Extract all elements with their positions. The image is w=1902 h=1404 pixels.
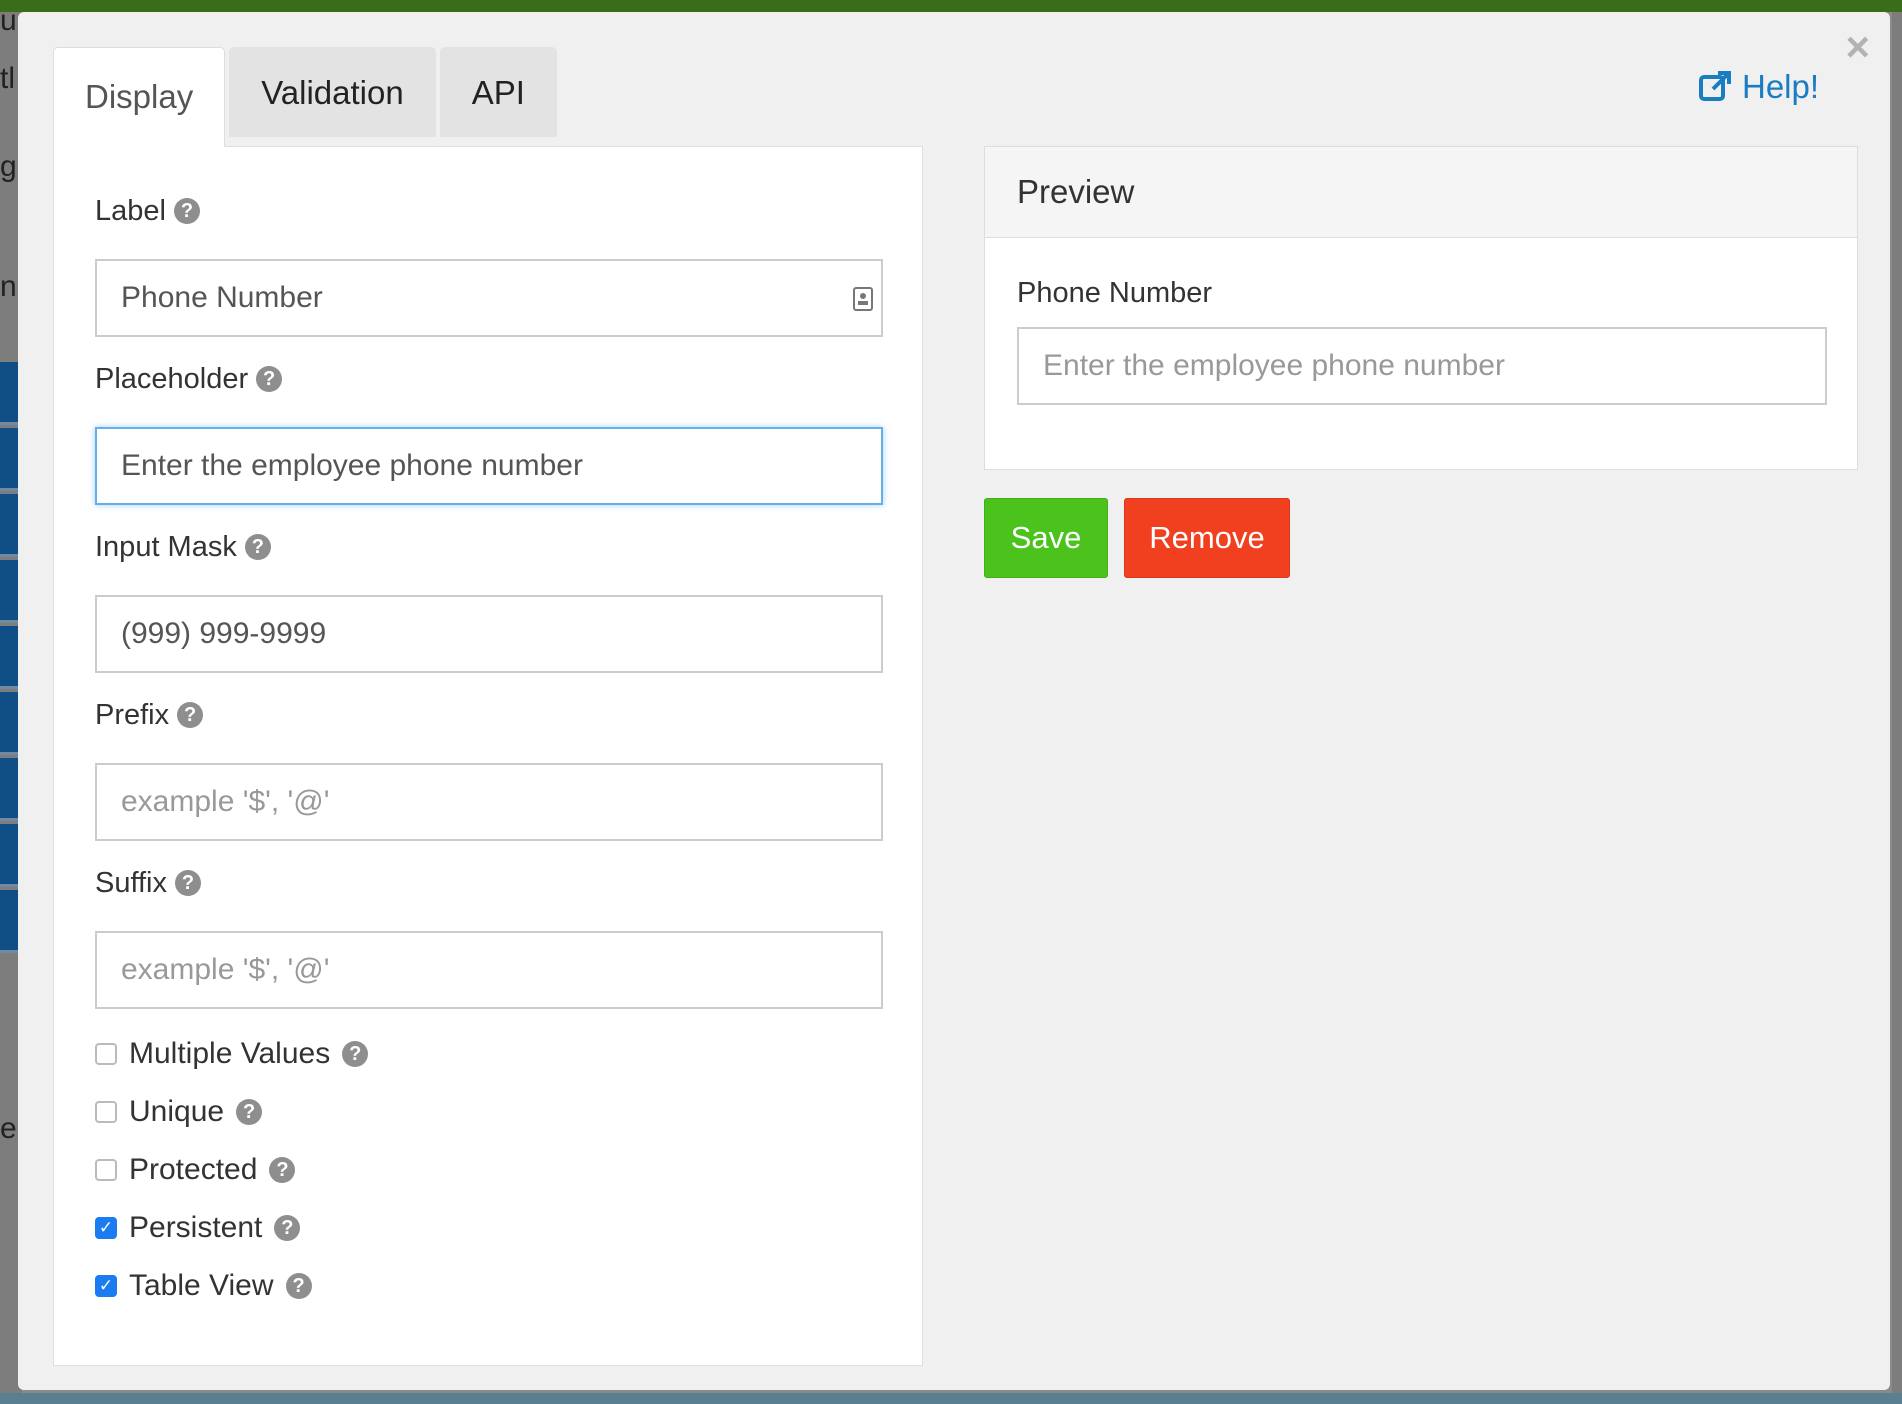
background-top-bar bbox=[0, 0, 1902, 12]
label-field: Label ? Phone Number bbox=[95, 191, 883, 337]
prefix-placeholder: example '$', '@' bbox=[121, 785, 330, 818]
checkbox-label: Persistent bbox=[129, 1211, 263, 1244]
prefix-field: Prefix ? example '$', '@' bbox=[95, 695, 883, 841]
label-field-title: Label bbox=[95, 194, 166, 227]
component-settings-modal: × Help! Display Validation API Label ? P… bbox=[18, 12, 1890, 1390]
input-mask-input[interactable]: (999) 999-9999 bbox=[95, 595, 883, 673]
question-circle-icon[interactable]: ? bbox=[236, 1099, 263, 1125]
checkbox-multiple-values[interactable]: Multiple Values ? bbox=[95, 1037, 369, 1071]
checkbox-label: Unique bbox=[129, 1095, 225, 1128]
suffix-field-title: Suffix bbox=[95, 866, 168, 899]
checkbox-label: Protected bbox=[129, 1153, 258, 1186]
label-input[interactable]: Phone Number bbox=[95, 259, 883, 337]
checkbox-protected[interactable]: Protected ? bbox=[95, 1153, 296, 1187]
background-page-right bbox=[1892, 12, 1902, 1397]
suffix-input[interactable]: example '$', '@' bbox=[95, 931, 883, 1009]
preview-field-label: Phone Number bbox=[1017, 277, 1213, 309]
tab-api[interactable]: API bbox=[439, 47, 557, 137]
settings-tabs: Display Validation API bbox=[53, 47, 561, 147]
preview-panel: Preview Phone Number Enter the employee … bbox=[984, 146, 1858, 470]
tab-display[interactable]: Display bbox=[53, 47, 226, 147]
placeholder-field-title: Placeholder bbox=[95, 362, 249, 395]
checkbox-label: Table View bbox=[129, 1269, 274, 1302]
input-mask-field: Input Mask ? (999) 999-9999 bbox=[95, 527, 883, 673]
help-label: Help! bbox=[1742, 68, 1820, 105]
checkbox-label: Multiple Values bbox=[129, 1037, 331, 1070]
checkbox[interactable] bbox=[95, 1159, 117, 1181]
question-circle-icon[interactable]: ? bbox=[285, 1273, 312, 1299]
question-circle-icon[interactable]: ? bbox=[269, 1157, 296, 1183]
question-circle-icon[interactable]: ? bbox=[256, 366, 283, 392]
placeholder-input-value: Enter the employee phone number bbox=[121, 449, 583, 482]
checkbox-checked[interactable]: ✓ bbox=[95, 1275, 117, 1297]
question-circle-icon[interactable]: ? bbox=[274, 1215, 301, 1241]
checkbox[interactable] bbox=[95, 1043, 117, 1065]
checkbox-persistent[interactable]: ✓ Persistent ? bbox=[95, 1211, 301, 1245]
question-circle-icon[interactable]: ? bbox=[342, 1041, 369, 1067]
checkbox-checked[interactable]: ✓ bbox=[95, 1217, 117, 1239]
preview-input-placeholder: Enter the employee phone number bbox=[1043, 349, 1505, 382]
suffix-field: Suffix ? example '$', '@' bbox=[95, 863, 883, 1009]
input-mask-value: (999) 999-9999 bbox=[121, 617, 327, 650]
contact-card-icon bbox=[853, 287, 873, 311]
remove-button[interactable]: Remove bbox=[1124, 498, 1290, 578]
preview-input[interactable]: Enter the employee phone number bbox=[1017, 327, 1827, 405]
checkbox[interactable] bbox=[95, 1101, 117, 1123]
placeholder-field: Placeholder ? Enter the employee phone n… bbox=[95, 359, 883, 505]
question-circle-icon[interactable]: ? bbox=[175, 870, 202, 896]
external-link-icon bbox=[1699, 71, 1731, 101]
prefix-input[interactable]: example '$', '@' bbox=[95, 763, 883, 841]
input-mask-field-title: Input Mask bbox=[95, 530, 237, 563]
save-button[interactable]: Save bbox=[984, 498, 1108, 578]
checkbox-unique[interactable]: Unique ? bbox=[95, 1095, 263, 1129]
background-bottom-bar bbox=[0, 1393, 1902, 1404]
checkbox-table-view[interactable]: ✓ Table View ? bbox=[95, 1269, 312, 1303]
tab-validation[interactable]: Validation bbox=[229, 47, 436, 137]
label-input-value: Phone Number bbox=[121, 281, 323, 314]
help-link[interactable]: Help! bbox=[1698, 68, 1819, 106]
display-panel: Label ? Phone Number Placeholder ? Enter… bbox=[53, 146, 923, 1366]
suffix-placeholder: example '$', '@' bbox=[121, 953, 330, 986]
prefix-field-title: Prefix bbox=[95, 698, 170, 731]
close-icon[interactable]: × bbox=[1845, 26, 1870, 68]
question-circle-icon[interactable]: ? bbox=[177, 702, 204, 728]
placeholder-input[interactable]: Enter the employee phone number bbox=[95, 427, 883, 505]
question-circle-icon[interactable]: ? bbox=[244, 534, 271, 560]
question-circle-icon[interactable]: ? bbox=[173, 198, 200, 224]
preview-title: Preview bbox=[985, 147, 1857, 238]
